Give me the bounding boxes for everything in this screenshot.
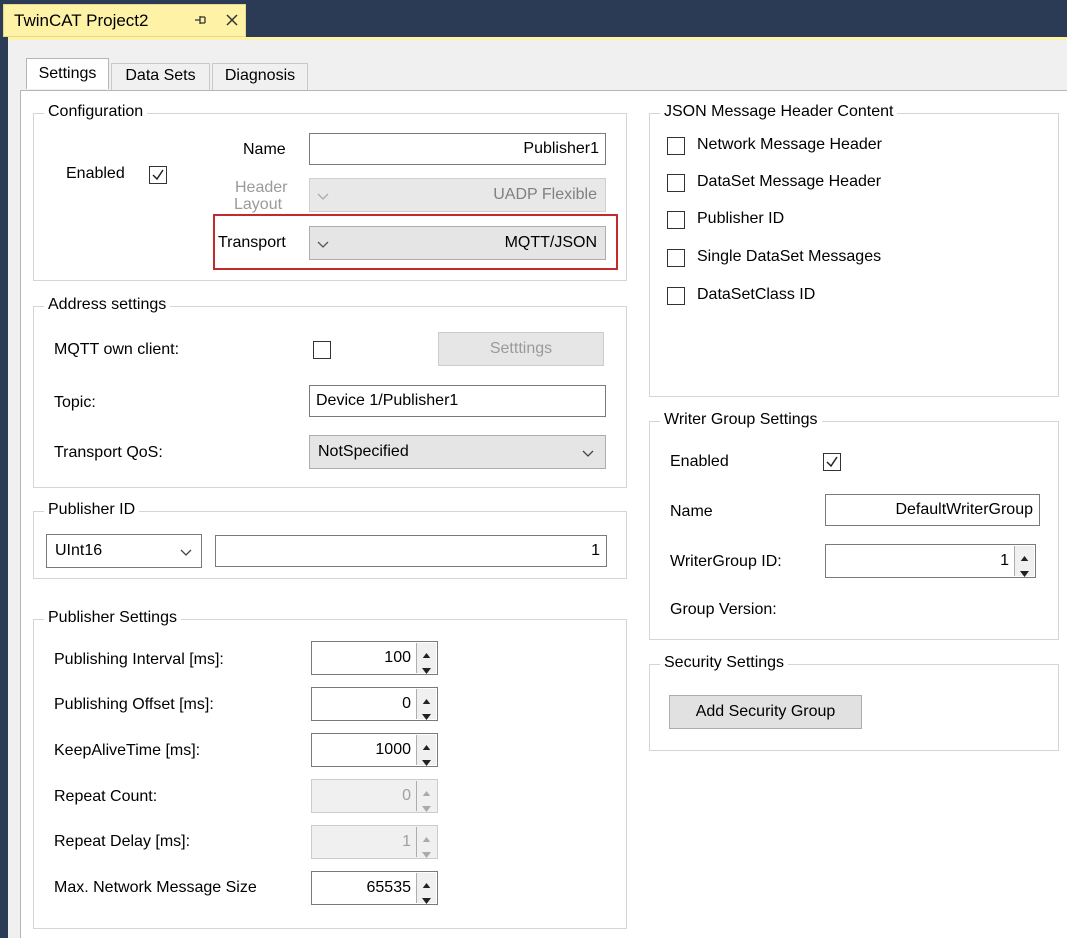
- publisher-id-type-select[interactable]: UInt16: [46, 534, 202, 568]
- pin-icon[interactable]: [192, 11, 210, 29]
- max-message-size-label: Max. Network Message Size: [54, 879, 257, 896]
- qos-value: NotSpecified: [318, 443, 409, 460]
- tab-data-sets-label: Data Sets: [125, 67, 196, 84]
- spin-down-icon[interactable]: [1015, 561, 1034, 577]
- repeat-delay-value: 1: [402, 833, 411, 850]
- name-label: Name: [243, 141, 286, 158]
- spinner-buttons[interactable]: [1014, 546, 1034, 577]
- writer-group-name-label: Name: [670, 503, 713, 520]
- repeat-delay-label: Repeat Delay [ms]:: [54, 833, 191, 850]
- left-border: [0, 37, 8, 938]
- publisher-id-title: Publisher ID: [44, 501, 140, 519]
- topic-label: Topic:: [54, 394, 96, 411]
- settings-button[interactable]: Setttings: [438, 332, 604, 366]
- configuration-title: Configuration: [44, 103, 148, 121]
- writer-group-id-label: WriterGroup ID:: [670, 553, 782, 570]
- publishing-interval-value: 100: [384, 649, 411, 666]
- network-message-header-label: Network Message Header: [697, 136, 882, 153]
- spin-up-icon[interactable]: [417, 735, 436, 751]
- spin-up-icon[interactable]: [417, 643, 436, 659]
- publisher-id-field[interactable]: 1: [215, 535, 607, 567]
- chevron-down-icon: [180, 549, 192, 556]
- header-layout-value: UADP Flexible: [493, 186, 597, 203]
- max-message-size-value: 65535: [366, 879, 412, 896]
- tab-settings[interactable]: Settings: [26, 58, 109, 89]
- max-message-size-spinner[interactable]: 65535: [311, 871, 438, 905]
- spinner-buttons[interactable]: [416, 873, 436, 904]
- spinner-buttons[interactable]: [416, 643, 436, 674]
- spin-down-icon[interactable]: [417, 704, 436, 720]
- spin-up-icon: [417, 781, 436, 797]
- spin-up-icon[interactable]: [1015, 546, 1034, 562]
- qos-select[interactable]: NotSpecified: [309, 435, 606, 469]
- publishing-interval-label: Publishing Interval [ms]:: [54, 651, 224, 668]
- topic-field[interactable]: Device 1/Publisher1: [309, 385, 606, 417]
- dataset-message-header-label: DataSet Message Header: [697, 173, 882, 190]
- publisher-id-checkbox-label: Publisher ID: [697, 210, 785, 227]
- repeat-delay-spinner: 1: [311, 825, 438, 859]
- network-message-header-checkbox[interactable]: [667, 137, 685, 155]
- tab-diagnosis[interactable]: Diagnosis: [212, 63, 308, 91]
- publishing-interval-spinner[interactable]: 100: [311, 641, 438, 675]
- document-tab[interactable]: TwinCAT Project2: [3, 4, 246, 37]
- spin-down-icon[interactable]: [417, 750, 436, 766]
- tab-diagnosis-label: Diagnosis: [224, 67, 296, 84]
- tab-data-sets[interactable]: Data Sets: [111, 63, 210, 91]
- json-header-title: JSON Message Header Content: [660, 103, 898, 121]
- add-security-group-button[interactable]: Add Security Group: [669, 695, 862, 729]
- tab-settings-label: Settings: [38, 65, 97, 82]
- spin-down-icon[interactable]: [417, 658, 436, 674]
- header-layout-label-1: Header: [235, 179, 288, 196]
- single-dataset-messages-label: Single DataSet Messages: [697, 248, 882, 265]
- writer-group-name-field[interactable]: DefaultWriterGroup: [825, 494, 1040, 526]
- header-layout-select: UADP Flexible: [309, 178, 606, 212]
- publishing-offset-value: 0: [402, 695, 411, 712]
- spinner-buttons: [416, 827, 436, 858]
- address-settings-title: Address settings: [44, 296, 171, 314]
- spin-up-icon[interactable]: [417, 689, 436, 705]
- keepalive-value: 1000: [375, 741, 411, 758]
- spinner-buttons: [416, 781, 436, 812]
- header-layout-label-2: Layout: [234, 196, 283, 213]
- writer-group-settings-title: Writer Group Settings: [660, 411, 822, 429]
- repeat-count-label: Repeat Count:: [54, 788, 158, 805]
- own-client-checkbox[interactable]: [313, 341, 331, 359]
- publisher-name-field[interactable]: Publisher1: [309, 133, 606, 165]
- spin-down-icon: [417, 842, 436, 858]
- spinner-buttons[interactable]: [416, 689, 436, 720]
- security-settings-title: Security Settings: [660, 654, 789, 672]
- repeat-count-spinner: 0: [311, 779, 438, 813]
- publisher-id-checkbox[interactable]: [667, 211, 685, 229]
- datasetclass-id-label: DataSetClass ID: [697, 286, 816, 303]
- spin-down-icon[interactable]: [417, 888, 436, 904]
- group-version-label: Group Version:: [670, 601, 777, 618]
- chevron-down-icon: [582, 450, 594, 457]
- spinner-buttons[interactable]: [416, 735, 436, 766]
- chevron-down-icon: [317, 193, 329, 200]
- publisher-settings-title: Publisher Settings: [44, 609, 181, 627]
- spin-up-icon[interactable]: [417, 873, 436, 889]
- single-dataset-messages-checkbox[interactable]: [667, 249, 685, 267]
- publishing-offset-spinner[interactable]: 0: [311, 687, 438, 721]
- writer-group-id-spinner[interactable]: 1: [825, 544, 1036, 578]
- datasetclass-id-checkbox[interactable]: [667, 287, 685, 305]
- keepalive-label: KeepAliveTime [ms]:: [54, 742, 201, 759]
- close-icon[interactable]: [223, 11, 241, 29]
- document-tab-title: TwinCAT Project2: [14, 11, 149, 30]
- enabled-label: Enabled: [66, 165, 125, 182]
- writer-group-enabled-checkbox[interactable]: [823, 453, 841, 471]
- publishing-offset-label: Publishing Offset [ms]:: [54, 696, 214, 713]
- writer-group-enabled-label: Enabled: [670, 453, 729, 470]
- repeat-count-value: 0: [402, 787, 411, 804]
- publisher-id-type-value: UInt16: [55, 542, 103, 559]
- transport-highlight: [213, 214, 618, 270]
- spin-down-icon: [417, 796, 436, 812]
- writer-group-id-value: 1: [1000, 552, 1009, 569]
- keepalive-spinner[interactable]: 1000: [311, 733, 438, 767]
- enabled-checkbox[interactable]: [149, 166, 167, 184]
- dataset-message-header-checkbox[interactable]: [667, 174, 685, 192]
- spin-up-icon: [417, 827, 436, 843]
- qos-label: Transport QoS:: [54, 444, 163, 461]
- own-client-label: MQTT own client:: [54, 341, 180, 358]
